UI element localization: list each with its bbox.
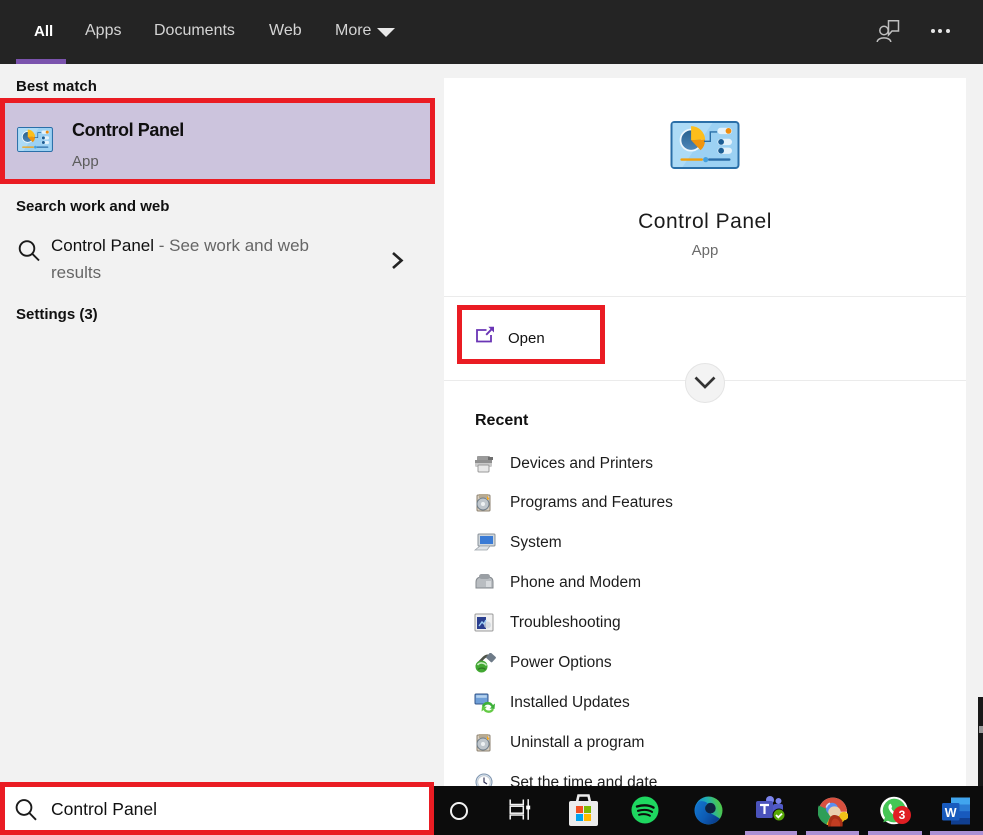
svg-text:W: W <box>945 806 957 820</box>
